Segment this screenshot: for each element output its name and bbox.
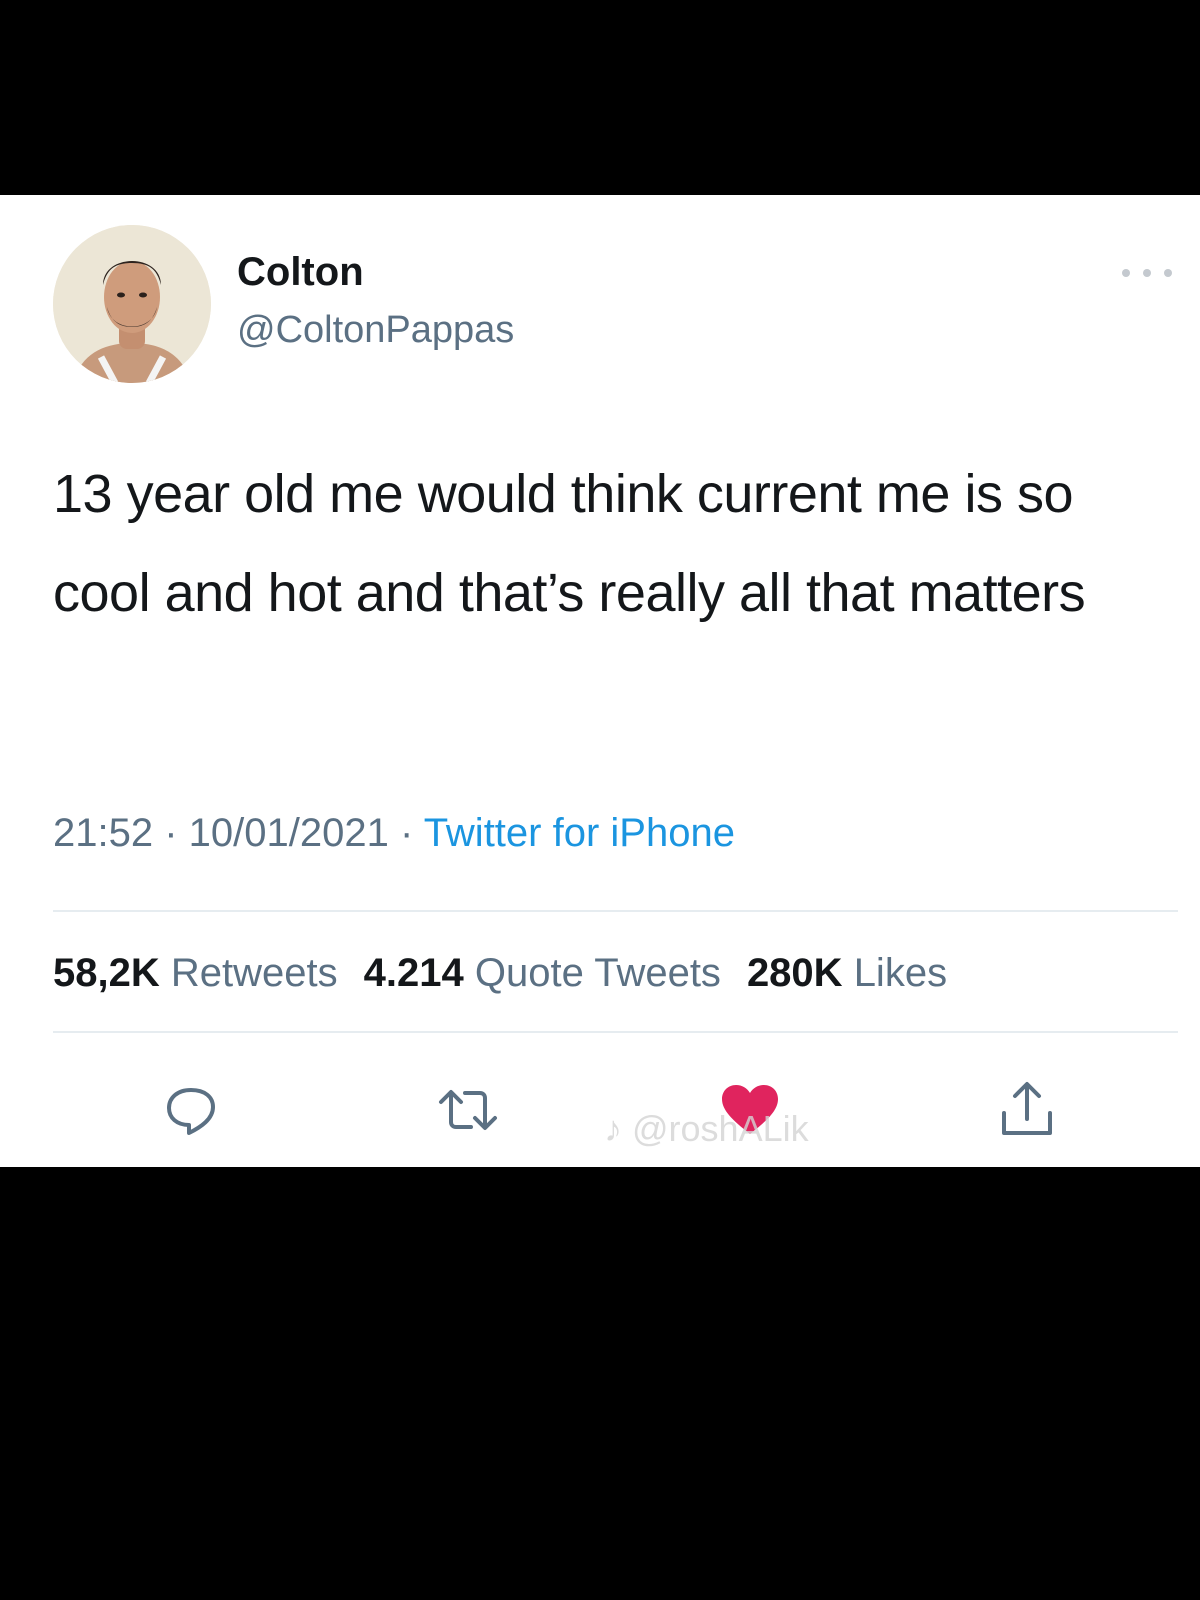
quote-tweets-stat[interactable]: 4.214 Quote Tweets	[364, 951, 721, 995]
likes-stat[interactable]: 280K Likes	[747, 951, 947, 995]
tweet-meta: 21:52 · 10/01/2021 · Twitter for iPhone	[53, 813, 735, 853]
ellipsis-icon[interactable]	[1122, 261, 1172, 285]
retweets-count: 58,2K	[53, 951, 160, 995]
separator: ·	[153, 811, 189, 855]
dot	[1143, 269, 1151, 277]
dot	[1164, 269, 1172, 277]
dot	[1122, 269, 1130, 277]
tweet-card: Colton @ColtonPappas 13 year old me woul…	[0, 195, 1200, 1167]
user-handle[interactable]: @ColtonPappas	[237, 311, 514, 349]
retweet-icon[interactable]	[433, 1075, 503, 1145]
retweets-label: Retweets	[170, 951, 338, 995]
retweets-stat[interactable]: 58,2K Retweets	[53, 951, 338, 995]
display-name[interactable]: Colton	[237, 252, 364, 292]
screenshot-frame: Colton @ColtonPappas 13 year old me woul…	[0, 0, 1200, 1600]
tweet-text: 13 year old me would think current me is…	[53, 464, 1086, 623]
tweet-time[interactable]: 21:52	[53, 811, 153, 855]
tweet-source-link[interactable]: Twitter for iPhone	[424, 811, 735, 855]
tweet-date[interactable]: 10/01/2021	[189, 811, 389, 855]
share-icon[interactable]	[992, 1075, 1062, 1145]
quote-tweets-label: Quote Tweets	[474, 951, 721, 995]
likes-label: Likes	[853, 951, 948, 995]
divider	[53, 910, 1178, 912]
quote-tweets-count: 4.214	[363, 951, 464, 995]
reply-icon[interactable]	[156, 1075, 226, 1145]
divider	[53, 1031, 1178, 1033]
avatar[interactable]	[53, 225, 211, 383]
engagement-stats: 58,2K Retweets 4.214 Quote Tweets 280K Lik…	[53, 953, 973, 993]
likes-count: 280K	[746, 951, 843, 995]
tiktok-watermark: ♪ @roshALik	[604, 1108, 809, 1149]
separator: ·	[388, 811, 424, 855]
